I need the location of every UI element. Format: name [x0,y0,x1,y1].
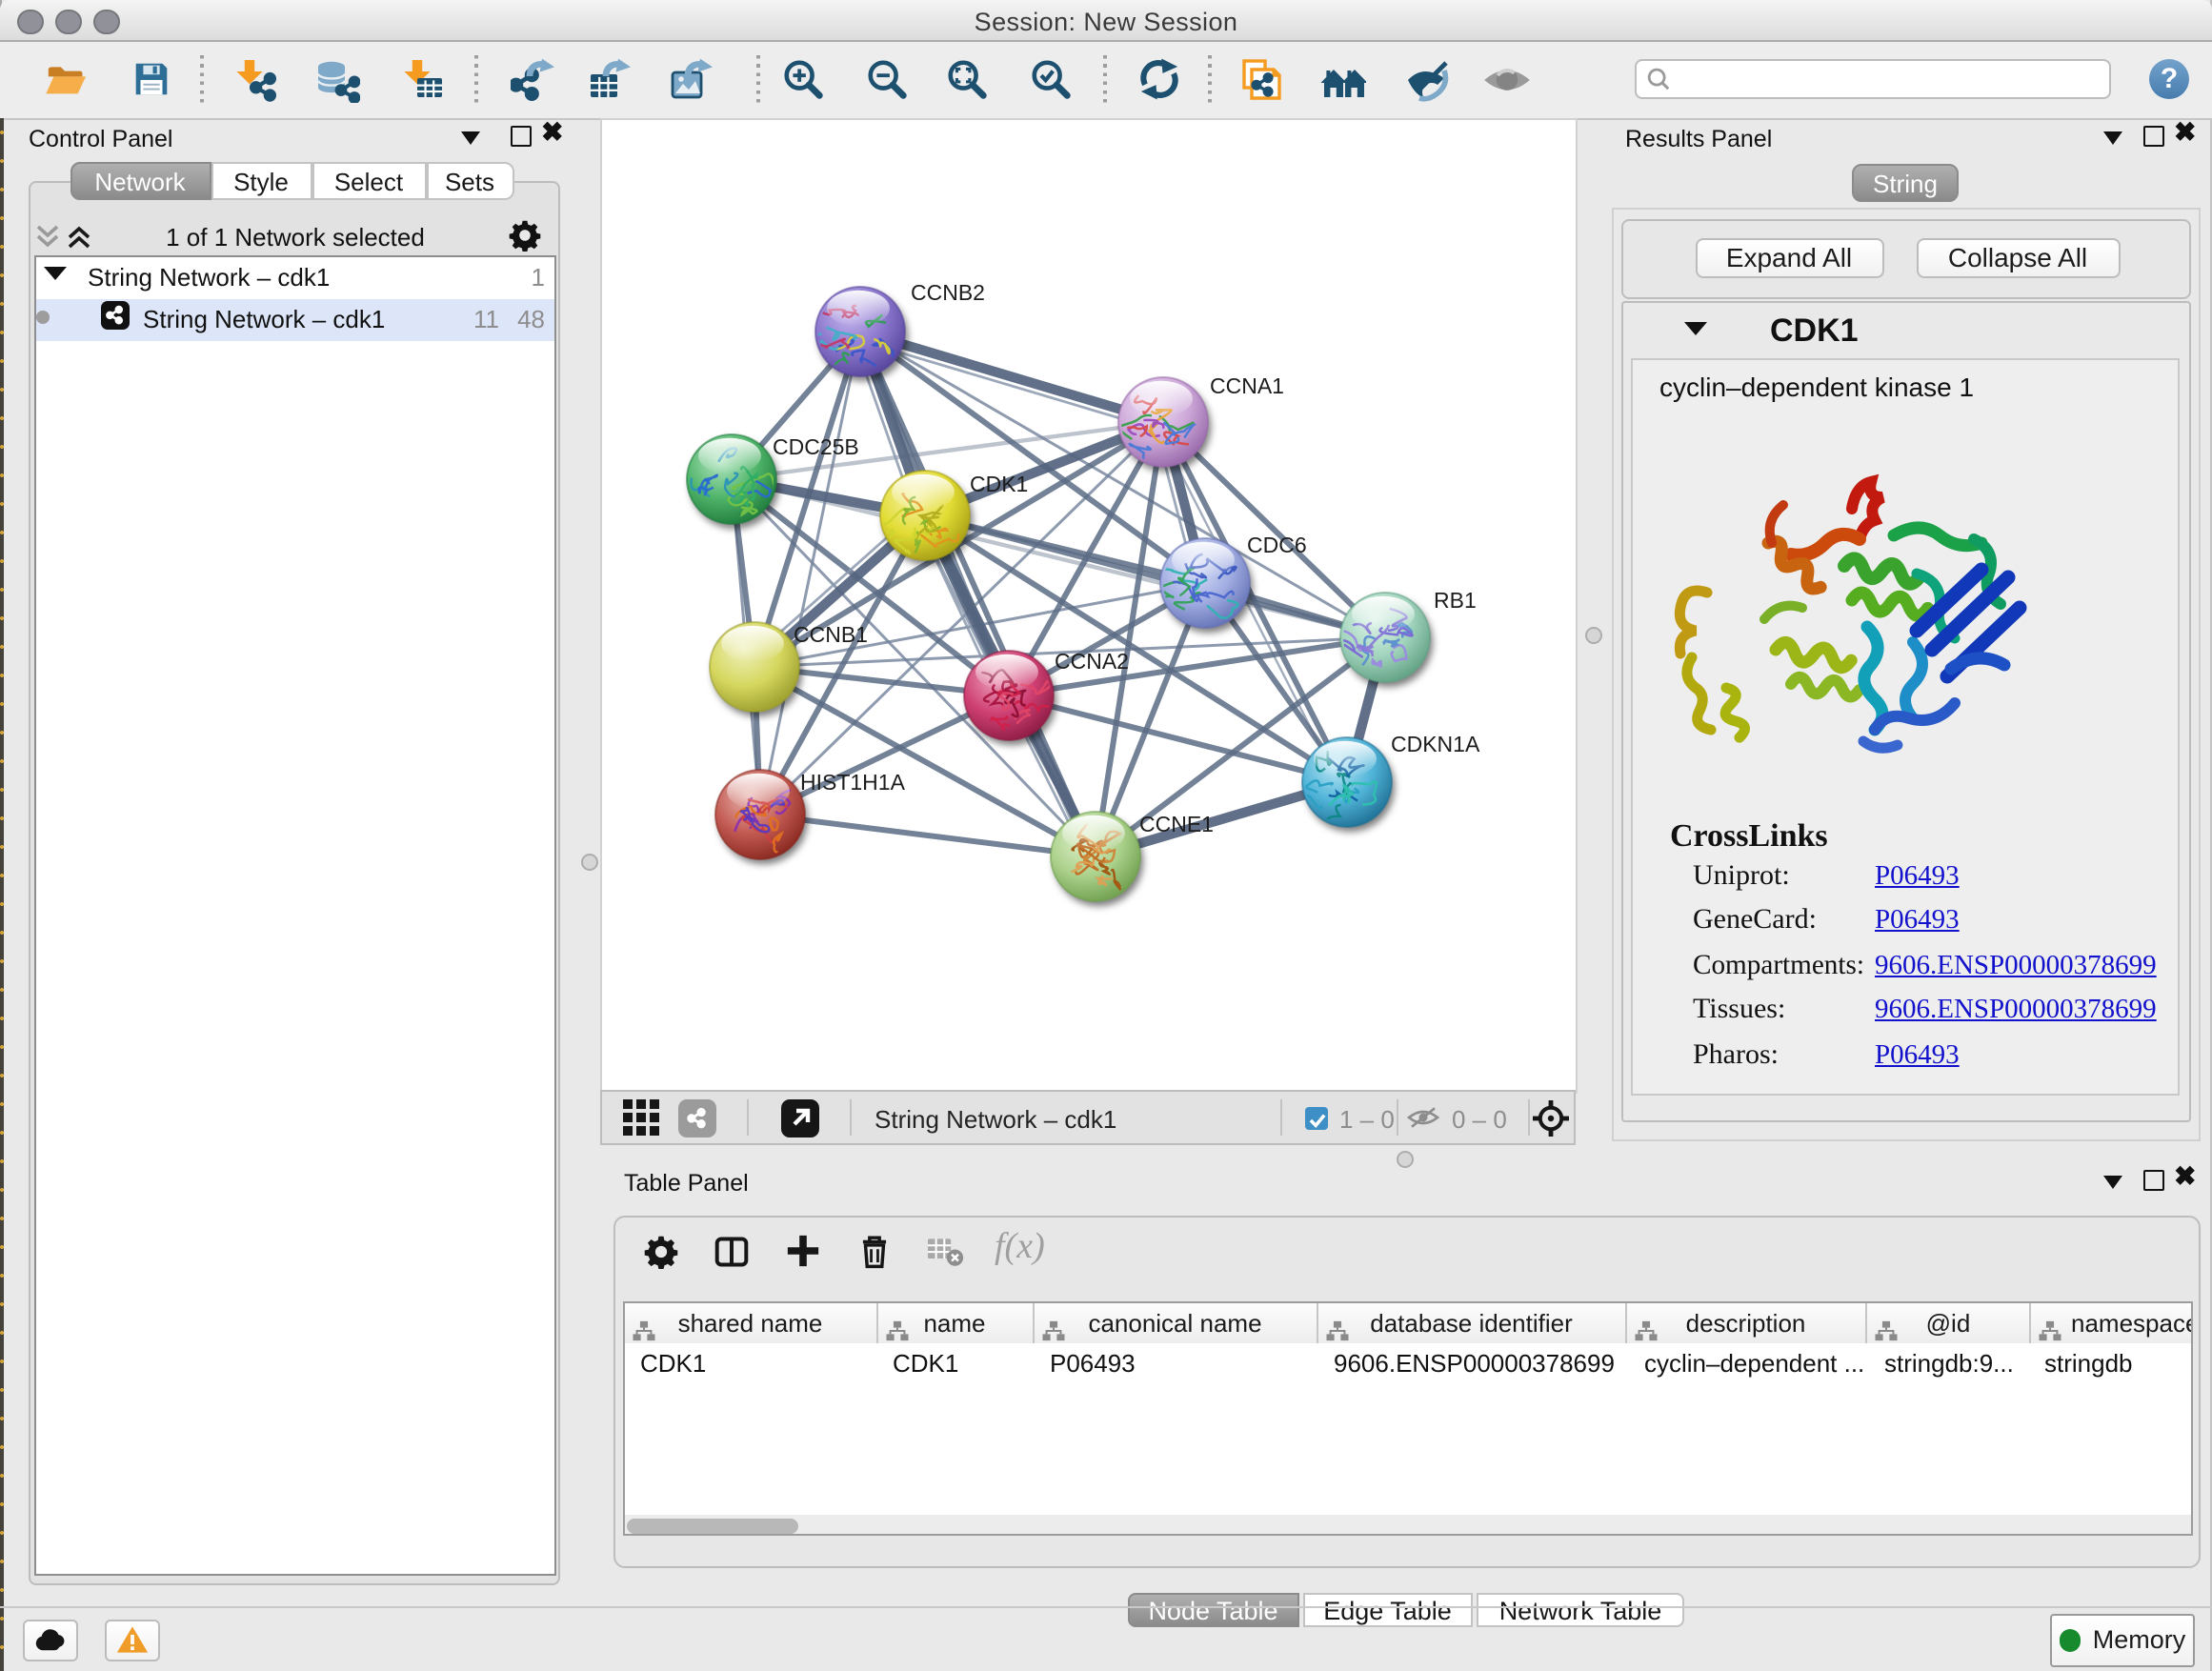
svg-text:CDK1: CDK1 [969,472,1027,496]
svg-text:CCNA2: CCNA2 [1054,649,1128,674]
svg-text:CCNE1: CCNE1 [1138,812,1213,836]
svg-text:RB1: RB1 [1433,588,1476,613]
svg-text:CDC6: CDC6 [1246,533,1306,557]
svg-text:CCNB1: CCNB1 [793,622,867,647]
svg-text:HIST1H1A: HIST1H1A [799,770,905,795]
svg-text:CCNA1: CCNA1 [1209,373,1283,398]
svg-text:CDKN1A: CDKN1A [1390,732,1479,756]
svg-text:CCNB2: CCNB2 [910,280,984,305]
svg-text:CDC25B: CDC25B [772,434,858,459]
